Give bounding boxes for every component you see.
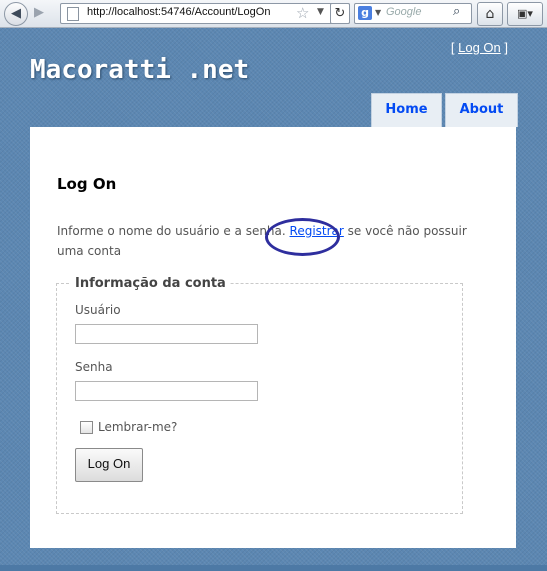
- logon-submit-button[interactable]: Log On: [75, 448, 143, 482]
- browser-toolbar: ◀ ▶ http://localhost:54746/Account/LogOn…: [0, 0, 547, 28]
- username-label: Usuário: [75, 303, 121, 317]
- tab-about[interactable]: About: [445, 93, 518, 127]
- back-arrow-icon[interactable]: ◀: [4, 2, 28, 26]
- dropdown-icon[interactable]: ▼: [317, 7, 324, 17]
- site-title: Macoratti .net: [30, 55, 250, 85]
- password-label: Senha: [75, 360, 113, 374]
- username-input[interactable]: [75, 324, 258, 344]
- annotation-circle: [265, 218, 340, 256]
- home-icon[interactable]: ⌂: [477, 2, 503, 26]
- url-text[interactable]: http://localhost:54746/Account/LogOn: [87, 6, 270, 18]
- star-icon[interactable]: ☆: [296, 4, 309, 22]
- remember-me-checkbox[interactable]: [80, 421, 93, 434]
- page-title: Log On: [57, 175, 117, 193]
- tab-home[interactable]: Home: [371, 93, 442, 127]
- address-bar[interactable]: http://localhost:54746/Account/LogOn ☆ ▼: [60, 3, 350, 24]
- search-bar[interactable]: g ▼ Google ⌕: [354, 3, 472, 24]
- password-input[interactable]: [75, 381, 258, 401]
- reload-icon[interactable]: ↻: [330, 3, 350, 24]
- login-display: [ Log On ]: [451, 40, 508, 55]
- forward-arrow-icon[interactable]: ▶: [30, 5, 48, 21]
- bookmark-menu-icon[interactable]: ▣▾: [507, 2, 543, 26]
- main-content: Log On Informe o nome do usuário e a sen…: [30, 127, 516, 548]
- header-logon-link[interactable]: Log On: [458, 40, 501, 55]
- search-engine-dropdown-icon[interactable]: ▼: [375, 8, 381, 17]
- search-placeholder[interactable]: Google: [386, 6, 421, 18]
- intro-text-before: Informe o nome do usuário e a senha.: [57, 224, 290, 238]
- account-info-fieldset: Informação da conta Usuário Senha Lembra…: [56, 276, 463, 514]
- fieldset-legend: Informação da conta: [75, 276, 226, 291]
- remember-me-label[interactable]: Lembrar-me?: [98, 420, 177, 434]
- footer-strip: [0, 565, 547, 571]
- search-icon[interactable]: ⌕: [453, 4, 460, 19]
- login-bracket-close: ]: [500, 40, 508, 55]
- page-icon: [67, 7, 79, 21]
- google-icon[interactable]: g: [358, 6, 372, 20]
